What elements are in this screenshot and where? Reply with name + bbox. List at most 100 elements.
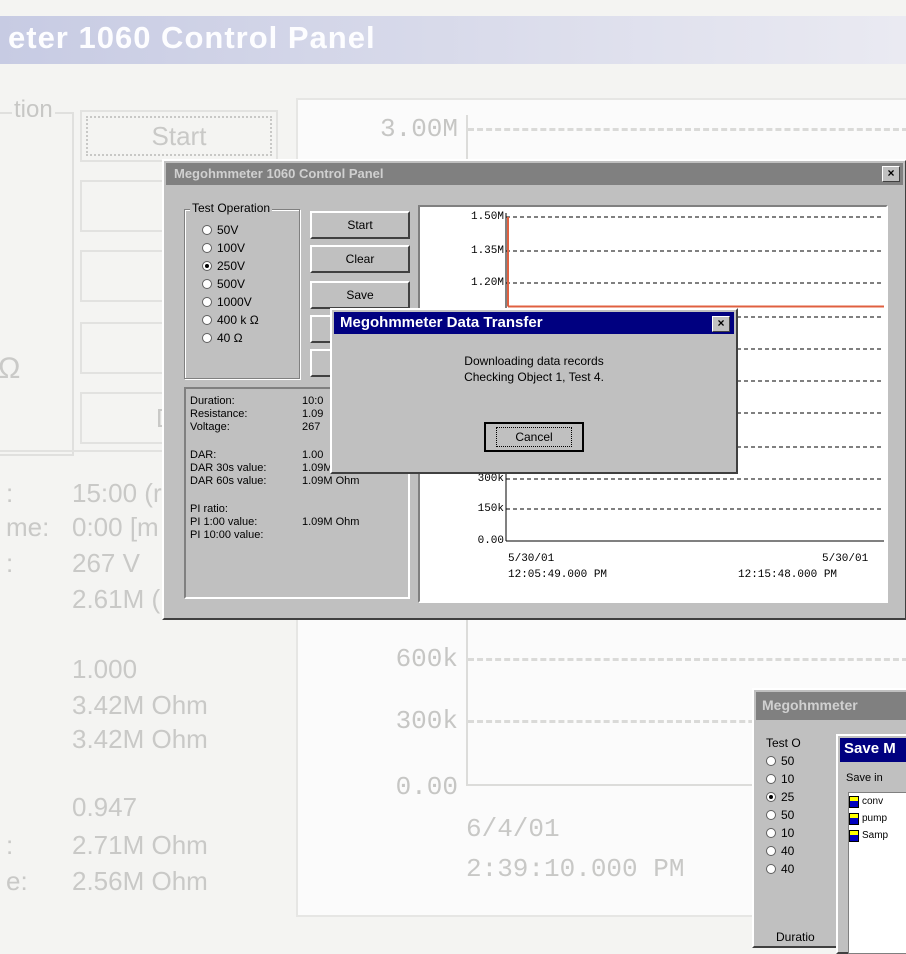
- resistance-label: Resistance:: [190, 408, 248, 420]
- radio-button[interactable]: [202, 315, 212, 325]
- y-tick-label: 1.50M: [470, 211, 504, 223]
- bg-stat-value: 2.56M Ohm: [72, 866, 208, 896]
- pi-1-label: PI 1:00 value:: [190, 516, 258, 528]
- y-tick-label: 1.20M: [470, 277, 504, 289]
- bg-stat-label: e:: [6, 866, 28, 896]
- status-message: Downloading data records: [464, 354, 604, 368]
- radio-option[interactable]: 25: [766, 788, 794, 806]
- dar-60s-label: DAR 60s value:: [190, 475, 267, 487]
- save-in-label: Save in: [846, 772, 883, 784]
- bg-stat-value: 0:00 [m: [72, 512, 159, 542]
- bg-gridline: [468, 658, 906, 661]
- save-dialog-title: Save M: [844, 740, 896, 757]
- file-item[interactable]: Samp: [849, 827, 906, 844]
- bg-stat-value: 3.42M Ohm: [72, 690, 208, 720]
- voltage-label: Voltage:: [190, 421, 230, 433]
- second-window-title-bar[interactable]: Megohmmeter: [756, 692, 906, 720]
- bg-window-title: eter 1060 Control Panel: [8, 20, 376, 55]
- radio-option[interactable]: 50: [766, 806, 794, 824]
- radio-button[interactable]: [202, 279, 212, 289]
- dialog-title-bar[interactable]: Megohmmeter Data Transfer ×: [334, 312, 734, 334]
- bg-stat-value: 1.000: [72, 654, 138, 684]
- save-button[interactable]: Save: [310, 281, 410, 309]
- bg-y-tick-label: 0.00: [395, 772, 458, 802]
- bg-stat-value: 2.61M (: [72, 584, 161, 614]
- status-detail: Checking Object 1, Test 4.: [464, 370, 604, 384]
- radio-40-ohm[interactable]: 40 Ω: [202, 329, 259, 347]
- y-tick-label: 1.35M: [470, 245, 504, 257]
- bg-stat-label: me:: [6, 512, 50, 542]
- cancel-button[interactable]: Cancel: [484, 422, 584, 452]
- pi-ratio-label: PI ratio:: [190, 503, 228, 515]
- radio-button[interactable]: [202, 225, 212, 235]
- second-window-title: Megohmmeter: [762, 697, 858, 713]
- bg-stat-value: 267 V: [72, 548, 140, 578]
- save-dialog-title-bar[interactable]: Save M: [840, 738, 906, 762]
- bg-group-label: tion: [12, 96, 55, 124]
- bg-stat-label: :: [6, 830, 14, 860]
- second-duration-label: Duratio: [776, 930, 815, 944]
- data-transfer-dialog: Megohmmeter Data Transfer × Downloading …: [330, 308, 738, 474]
- bg-y-tick-label: 300k: [395, 706, 458, 736]
- file-list[interactable]: conv pump Samp: [848, 792, 906, 954]
- dar-label: DAR:: [190, 449, 217, 461]
- pi-1-value: 1.09M Ohm: [302, 516, 360, 528]
- close-icon[interactable]: ×: [882, 166, 900, 182]
- bg-stat-label: :: [6, 548, 14, 578]
- radio-50v[interactable]: 50V: [202, 221, 259, 239]
- radio-button[interactable]: [202, 243, 212, 253]
- bg-x-time-label: 2:39:10.000 PM: [466, 854, 685, 884]
- bg-start-button[interactable]: Start: [80, 110, 278, 162]
- test-operation-label: Test Operation: [190, 201, 273, 215]
- dar-30s-label: DAR 30s value:: [190, 462, 267, 474]
- bg-stat-value: 3.42M Ohm: [72, 724, 208, 754]
- x-start-date: 5/30/01: [508, 553, 555, 565]
- radio-250v[interactable]: 250V: [202, 257, 259, 275]
- x-end-time: 12:15:48.000 PM: [738, 569, 838, 581]
- radio-option[interactable]: 10: [766, 824, 794, 842]
- voltage-value: 267: [302, 421, 321, 433]
- window-title: Megohmmeter 1060 Control Panel: [174, 166, 384, 181]
- second-radio-group: 50 10 25 50 10 40 40: [766, 752, 794, 878]
- file-item[interactable]: conv: [849, 793, 906, 810]
- radio-option[interactable]: 10: [766, 770, 794, 788]
- dar-60s-value: 1.09M Ohm: [302, 475, 360, 487]
- y-tick-label: 300k: [477, 473, 504, 485]
- radio-option[interactable]: 40: [766, 860, 794, 878]
- radio-option[interactable]: 50: [766, 752, 794, 770]
- start-button[interactable]: Start: [310, 211, 410, 239]
- radio-button-selected[interactable]: [202, 261, 212, 271]
- radio-1000v[interactable]: 1000V: [202, 293, 259, 311]
- bg-gridline: [468, 128, 906, 131]
- x-start-time: 12:05:49.000 PM: [508, 569, 608, 581]
- clear-button[interactable]: Clear: [310, 245, 410, 273]
- dialog-title: Megohmmeter Data Transfer: [340, 314, 543, 331]
- dar-value: 1.00: [302, 449, 324, 461]
- radio-500v[interactable]: 500V: [202, 275, 259, 293]
- bg-stat-label: :: [6, 478, 14, 508]
- bg-stat-value: 15:00 (r: [72, 478, 162, 508]
- y-tick-label: 0.00: [477, 535, 504, 547]
- y-tick-label: 150k: [477, 503, 504, 515]
- second-test-operation-label: Test O: [764, 736, 803, 750]
- save-dialog: Save M Save in conv pump Samp: [836, 734, 906, 954]
- bg-stat-value: 0.947: [72, 792, 138, 822]
- file-item[interactable]: pump: [849, 810, 906, 827]
- radio-button[interactable]: [202, 333, 212, 343]
- radio-100v[interactable]: 100V: [202, 239, 259, 257]
- file-icon: [849, 795, 859, 808]
- radio-option[interactable]: 40: [766, 842, 794, 860]
- x-end-date: 5/30/01: [822, 553, 869, 565]
- bg-stat-value: 2.71M Ohm: [72, 830, 208, 860]
- file-icon: [849, 812, 859, 825]
- resistance-value: 1.09: [302, 408, 324, 420]
- bg-test-operation-group: [0, 112, 74, 456]
- pi-10-label: PI 10:00 value:: [190, 529, 264, 541]
- bg-omega-label: Ω: [0, 352, 21, 385]
- window-title-bar[interactable]: Megohmmeter 1060 Control Panel ×: [166, 163, 903, 185]
- duration-label: Duration:: [190, 395, 235, 407]
- radio-button[interactable]: [202, 297, 212, 307]
- close-icon[interactable]: ×: [712, 316, 730, 332]
- radio-400k-ohm[interactable]: 400 k Ω: [202, 311, 259, 329]
- file-icon: [849, 829, 859, 842]
